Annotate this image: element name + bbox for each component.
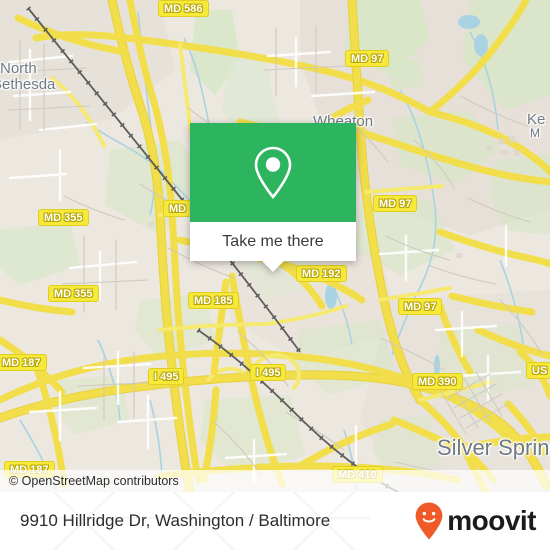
card-pin-area bbox=[190, 123, 356, 222]
road-shield: MD 185 bbox=[188, 292, 239, 309]
take-me-there-label: Take me there bbox=[222, 232, 324, 250]
road-shield: MD 586 bbox=[158, 0, 209, 17]
place-label: Silver Spring bbox=[437, 435, 550, 460]
place-label: M bbox=[530, 126, 540, 140]
road-shield: I 495 bbox=[148, 368, 185, 385]
road-shield: MD 187 bbox=[0, 354, 47, 371]
moovit-logo[interactable]: moovit bbox=[414, 501, 536, 541]
road-shield: MD 97 bbox=[373, 195, 418, 212]
road-shield: MD 355 bbox=[38, 209, 89, 226]
place-label: Bethesda bbox=[0, 76, 56, 93]
location-info-card[interactable]: Take me there bbox=[190, 123, 356, 272]
address-text: 9910 Hillridge Dr, Washington / Baltimor… bbox=[20, 511, 331, 530]
map-screenshot: .park { fill:#d6e7c4; } .park2 { fill:#d… bbox=[0, 0, 550, 550]
road-shield: I 495 bbox=[250, 364, 287, 381]
road-shield: MD 355 bbox=[48, 285, 99, 302]
road-shield: MD 97 bbox=[345, 50, 390, 67]
card-pointer-tail bbox=[262, 261, 284, 272]
bottom-info-bar: 9910 Hillridge Dr, Washington / Baltimor… bbox=[0, 492, 550, 550]
place-label: North bbox=[0, 60, 37, 77]
road-shield: MD 97 bbox=[398, 298, 443, 315]
map-pin-icon bbox=[254, 146, 292, 199]
osm-attribution-text: © OpenStreetMap contributors bbox=[9, 474, 179, 488]
moovit-smiley-pin-icon bbox=[415, 502, 443, 540]
road-shield: US bbox=[526, 362, 550, 379]
road-shield: MD 192 bbox=[296, 265, 347, 282]
road-shield: MD 390 bbox=[412, 373, 463, 390]
osm-attribution[interactable]: © OpenStreetMap contributors bbox=[0, 470, 550, 492]
map-canvas[interactable]: .park { fill:#d6e7c4; } .park2 { fill:#d… bbox=[0, 0, 550, 492]
card-action-area[interactable]: Take me there bbox=[190, 222, 356, 272]
road-shield: MD bbox=[163, 200, 193, 217]
moovit-wordmark: moovit bbox=[447, 505, 536, 536]
